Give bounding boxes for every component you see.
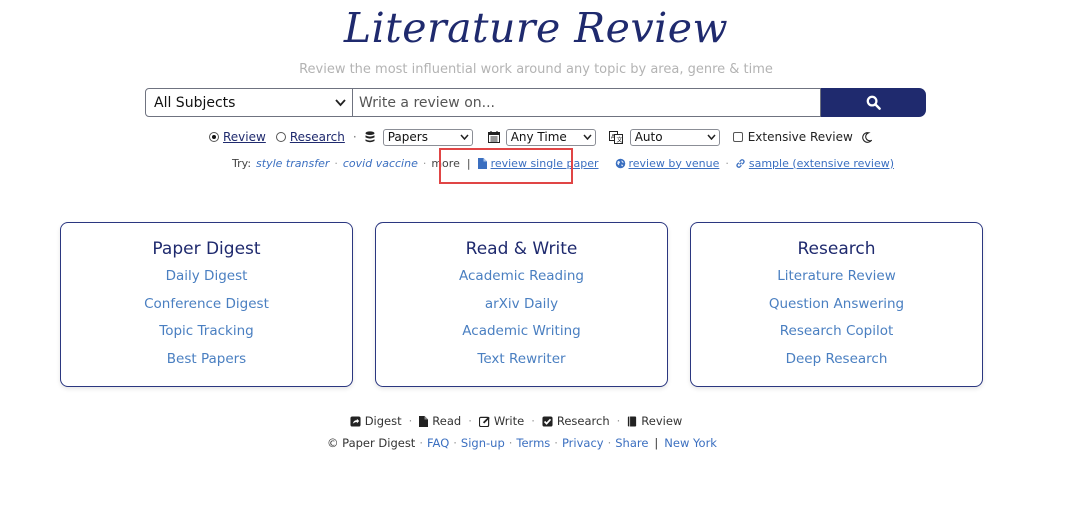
mode-review-radio[interactable] (209, 132, 219, 142)
edit-icon (478, 416, 490, 427)
svg-text:文: 文 (616, 136, 622, 144)
card-link-research-copilot[interactable]: Research Copilot (691, 318, 982, 346)
footer-nav: Digest · Read · Write · Research · Revie… (0, 414, 1032, 428)
review-by-venue-link[interactable]: review by venue (629, 157, 720, 170)
separator: · (334, 156, 338, 170)
search-options: Review Research · Papers Any Time A 文 Au… (209, 127, 872, 147)
page-title: Literature Review (343, 4, 729, 52)
card-research: Research Literature Review Question Answ… (690, 222, 983, 387)
footer-nav-label: Review (641, 414, 683, 428)
separator: · (422, 156, 427, 170)
chevron-down-icon (583, 134, 592, 140)
footer-read-link[interactable]: Read (419, 414, 461, 428)
separator: · (508, 436, 513, 450)
footer-write-link[interactable]: Write (478, 414, 525, 428)
card-title: Paper Digest (152, 239, 261, 259)
card-title: Read & Write (465, 239, 578, 259)
mode-research-radio[interactable] (275, 132, 286, 142)
database-icon (365, 131, 375, 143)
card-link-best-papers[interactable]: Best Papers (61, 346, 352, 374)
footer-research-link[interactable]: Research (542, 414, 610, 428)
copyright: © Paper Digest (327, 436, 416, 450)
check-square-icon (542, 415, 553, 427)
pipe-separator: | (654, 436, 659, 450)
example-link[interactable]: covid vaccine (343, 157, 418, 170)
subject-select-value: All Subjects (154, 94, 236, 111)
example-link[interactable]: style transfer (256, 157, 329, 170)
language-icon: A 文 (608, 130, 623, 144)
separator: · (616, 414, 621, 428)
footer-signup-link[interactable]: Sign-up (461, 436, 505, 450)
footer-review-link[interactable]: Review (627, 414, 682, 428)
card-link-deep-research[interactable]: Deep Research (691, 346, 982, 374)
chevron-down-icon (707, 134, 716, 140)
separator: · (468, 414, 472, 428)
extensive-review-checkbox[interactable] (732, 132, 743, 142)
footer-digest-link[interactable]: Digest (350, 414, 402, 428)
card-link-conference-digest[interactable]: Conference Digest (61, 291, 352, 319)
page-subtitle: Review the most influential work around … (299, 62, 773, 77)
separator: · (453, 436, 457, 450)
footer-nav-label: Read (432, 414, 462, 428)
extensive-review-label[interactable]: Extensive Review (748, 130, 853, 144)
card-link-literature-review[interactable]: Literature Review (691, 263, 982, 291)
card-link-arxiv-daily[interactable]: arXiv Daily (376, 291, 667, 319)
mode-research-label[interactable]: Research (290, 130, 345, 144)
chevron-down-icon (335, 98, 346, 106)
separator: · (725, 156, 729, 170)
share-square-icon (350, 415, 361, 427)
separator: · (352, 130, 357, 144)
book-icon (628, 415, 637, 427)
search-input[interactable] (353, 88, 821, 117)
link-icon (736, 158, 745, 168)
footer-terms-link[interactable]: Terms (516, 436, 550, 450)
card-link-academic-writing[interactable]: Academic Writing (376, 318, 667, 346)
try-label: Try: (232, 156, 252, 170)
separator: · (554, 436, 558, 450)
card-link-text-rewriter[interactable]: Text Rewriter (376, 346, 667, 374)
language-select[interactable]: Auto (629, 128, 720, 146)
source-select-value: Papers (387, 130, 428, 144)
search-button[interactable] (821, 88, 926, 117)
separator: · (607, 436, 612, 450)
language-select-value: Auto (634, 130, 663, 144)
separator: · (408, 414, 413, 428)
sample-extensive-review-link[interactable]: sample (extensive review) (749, 157, 894, 170)
search-icon (866, 95, 881, 110)
separator: · (419, 436, 423, 450)
card-link-topic-tracking[interactable]: Topic Tracking (61, 318, 352, 346)
card-link-daily-digest[interactable]: Daily Digest (61, 263, 352, 291)
card-read-write: Read & Write Academic Reading arXiv Dail… (375, 222, 668, 387)
footer-nav-label: Write (493, 414, 525, 428)
search-bar: All Subjects (145, 88, 926, 117)
footer-nav-label: Digest (364, 414, 402, 428)
chevron-down-icon (460, 134, 469, 140)
calendar-icon (487, 131, 500, 143)
mode-review-label[interactable]: Review (223, 130, 266, 144)
separator: · (531, 414, 535, 428)
highlight-box (439, 148, 573, 184)
card-paper-digest: Paper Digest Daily Digest Conference Dig… (60, 222, 353, 387)
time-select[interactable]: Any Time (505, 128, 596, 146)
card-link-academic-reading[interactable]: Academic Reading (376, 263, 667, 291)
subject-select[interactable]: All Subjects (145, 88, 353, 117)
source-select[interactable]: Papers (382, 128, 473, 146)
footer-location-link[interactable]: New York (664, 436, 717, 450)
file-icon (419, 415, 429, 427)
card-link-question-answering[interactable]: Question Answering (691, 291, 982, 319)
footer-meta: © Paper Digest · FAQ · Sign-up · Terms ·… (0, 436, 1044, 450)
footer-privacy-link[interactable]: Privacy (562, 436, 604, 450)
moon-icon[interactable] (861, 131, 872, 143)
time-select-value: Any Time (510, 130, 567, 144)
footer-faq-link[interactable]: FAQ (427, 436, 449, 450)
footer-share-link[interactable]: Share (615, 436, 648, 450)
footer-nav-label: Research (556, 414, 610, 428)
card-title: Research (797, 239, 876, 259)
globe-icon (615, 158, 625, 168)
